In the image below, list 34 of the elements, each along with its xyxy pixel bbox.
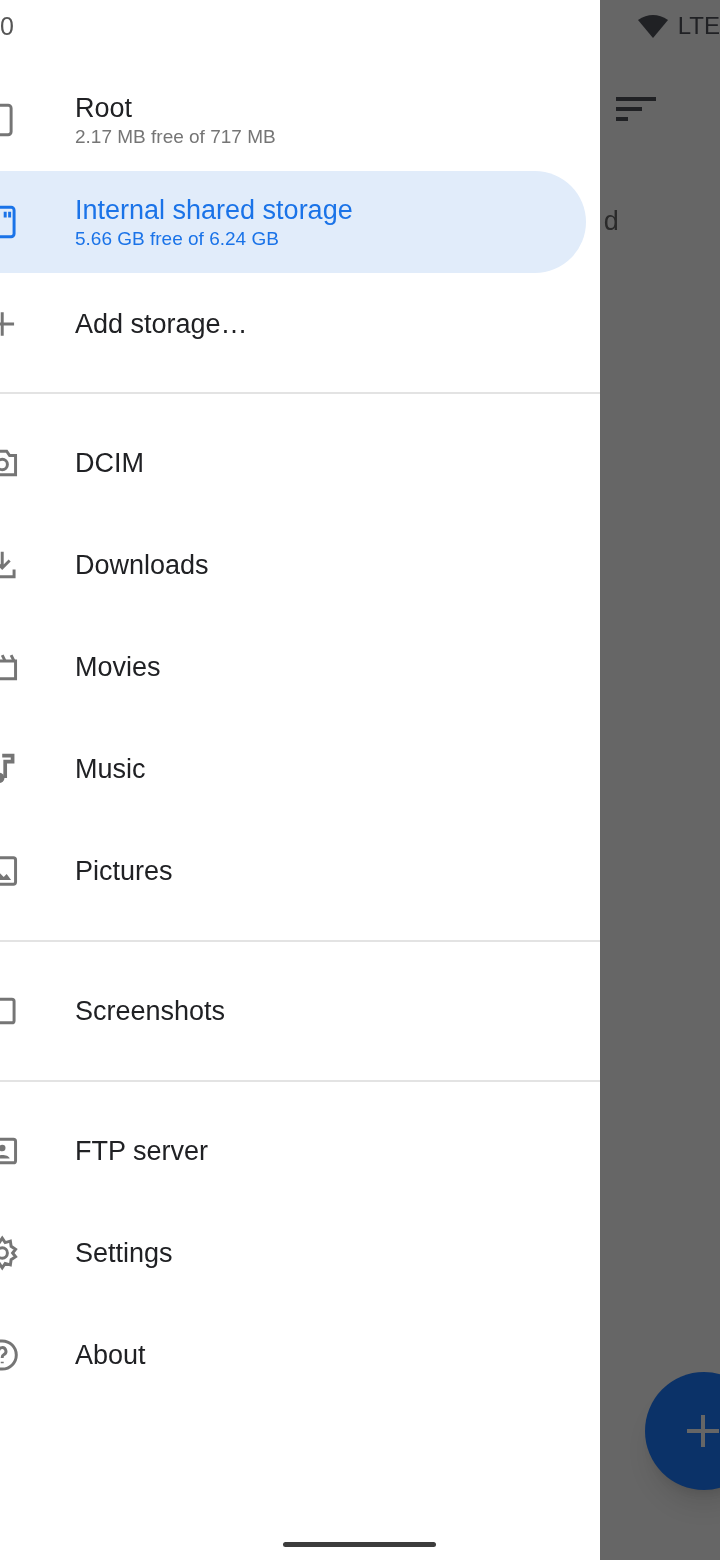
drawer-item[interactable]: Internal shared storage 5.66 GB free of 6.24 GB: [0, 171, 586, 273]
wifi-icon: [637, 14, 668, 38]
status-time: 0: [0, 13, 14, 39]
sort-icon[interactable]: [615, 96, 656, 122]
drawer-item-label: DCIM: [75, 447, 144, 480]
drawer-item-label: Movies: [75, 651, 161, 684]
drawer-item-subtitle: 2.17 MB free of 717 MB: [75, 125, 276, 149]
drawer-item[interactable]: Root 2.17 MB free of 717 MB: [0, 69, 586, 171]
drawer-item[interactable]: Downloads: [0, 514, 586, 616]
drawer-item-label: Downloads: [75, 549, 209, 582]
drawer-item-label: Music: [75, 753, 146, 786]
drawer-item[interactable]: Add storage…: [0, 273, 586, 375]
plus-icon: [687, 1415, 719, 1447]
image-icon: [0, 853, 20, 889]
drawer-item-subtitle: 5.66 GB free of 6.24 GB: [75, 227, 280, 251]
drawer-item[interactable]: Music: [0, 718, 586, 820]
drawer-item[interactable]: Pictures: [0, 820, 586, 922]
drawer-item-label: Internal shared storage: [75, 194, 353, 227]
background-text: d: [603, 207, 619, 235]
drawer-item-label: About: [75, 1339, 146, 1372]
drawer-item[interactable]: Settings: [0, 1202, 586, 1304]
drawer-item-label: Root: [75, 92, 134, 125]
settings-icon: [0, 1235, 20, 1271]
drawer-item[interactable]: About: [0, 1304, 586, 1406]
drawer-item[interactable]: Movies: [0, 616, 586, 718]
drawer-item[interactable]: DCIM: [0, 412, 586, 514]
drawer-item-label: Screenshots: [75, 995, 226, 1028]
drawer-item-label: Settings: [75, 1237, 173, 1270]
drawer-item-label: Pictures: [75, 855, 173, 888]
drawer-item[interactable]: Screenshots: [0, 960, 586, 1062]
drawer-item-label: Add storage…: [75, 308, 248, 341]
network-label: LTE: [677, 14, 720, 38]
drawer-item[interactable]: FTP server: [0, 1100, 586, 1202]
drawer-item-label: FTP server: [75, 1135, 209, 1168]
